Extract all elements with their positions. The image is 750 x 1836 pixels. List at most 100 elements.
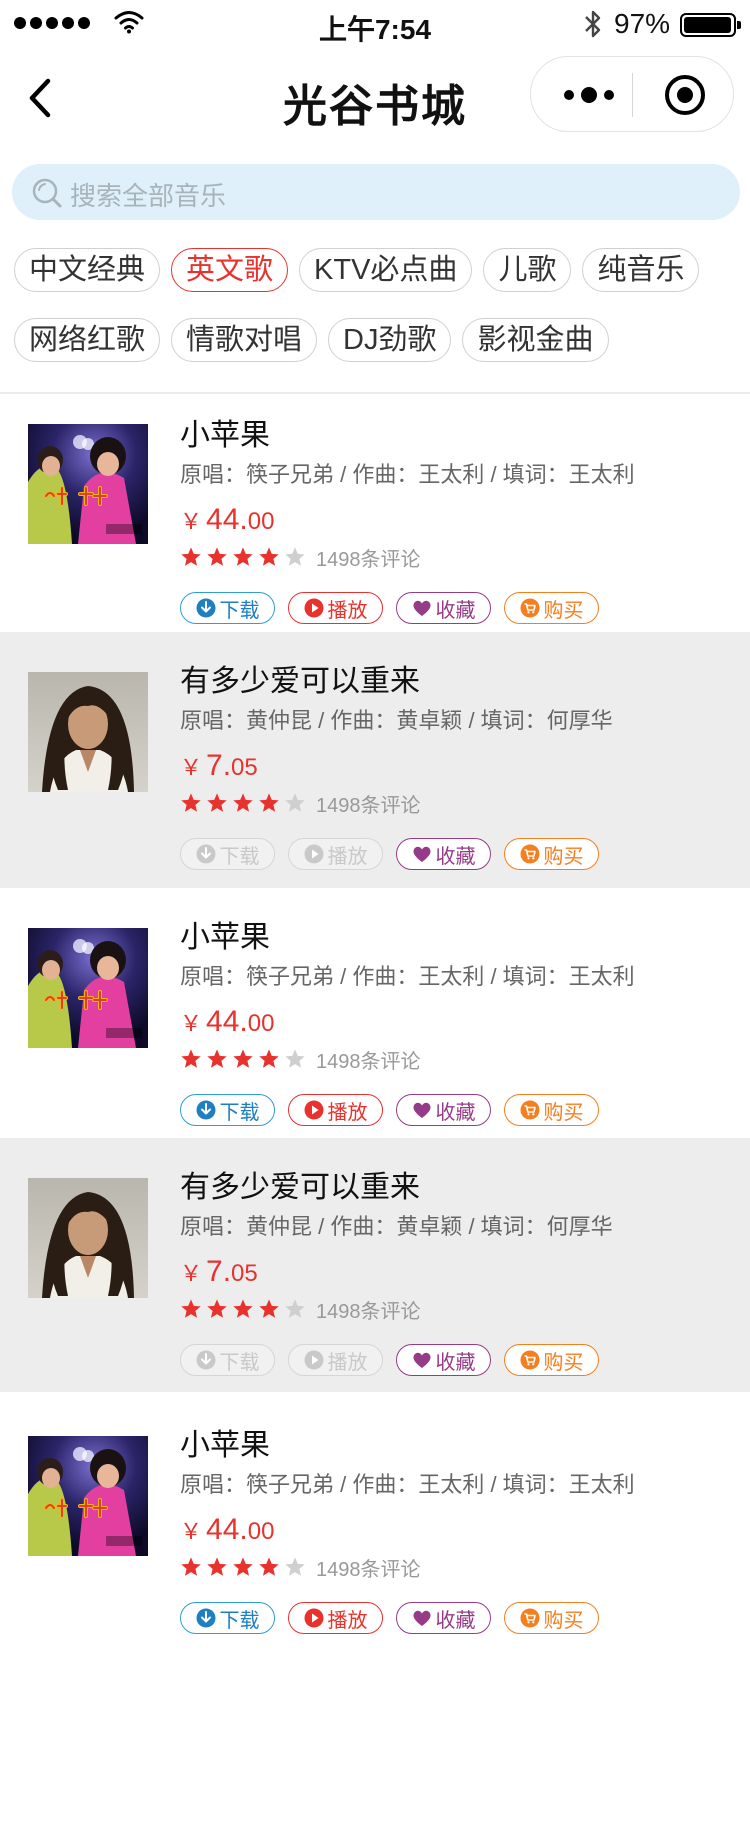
tag-item[interactable]: 纯音乐 <box>582 248 700 292</box>
download-icon <box>196 598 215 618</box>
cart-icon <box>520 1350 539 1370</box>
price-decimal: 00 <box>247 1010 275 1037</box>
price-integer: 44. <box>206 503 248 536</box>
price-currency: ￥ <box>180 1011 203 1036</box>
play-button[interactable]: 播放 <box>288 1094 383 1126</box>
buy-button[interactable]: 购买 <box>504 592 599 624</box>
star-rating <box>180 1048 306 1070</box>
mini-program-capsule <box>530 56 734 132</box>
star-icon <box>285 547 305 566</box>
favorite-label: 收藏 <box>435 599 476 622</box>
star-icon <box>259 1049 279 1068</box>
search-input[interactable]: 搜索全部音乐 <box>70 176 226 213</box>
play-button[interactable]: 播放 <box>288 838 383 870</box>
song-meta: 原唱：黄仲昆 / 作曲：黄卓颖 / 填词：何厚华 <box>180 708 613 733</box>
favorite-button[interactable]: 收藏 <box>396 592 491 624</box>
favorite-button[interactable]: 收藏 <box>396 1094 491 1126</box>
play-label: 播放 <box>327 1101 368 1124</box>
album-cover-xiaopingguo[interactable] <box>28 424 148 544</box>
artist-portrait-long-hair[interactable] <box>28 672 148 792</box>
favorite-button[interactable]: 收藏 <box>396 1344 491 1376</box>
star-icon <box>285 1049 305 1068</box>
heart-icon <box>412 1102 431 1118</box>
song-item[interactable]: 小苹果 原唱：筷子兄弟 / 作曲：王太利 / 填词：王太利 ￥ 44.00 149… <box>0 1392 750 1642</box>
song-info: 小苹果 原唱：筷子兄弟 / 作曲：王太利 / 填词：王太利 ￥ 44.00 149… <box>180 918 635 1126</box>
review-count[interactable]: 1498条评论 <box>316 543 421 572</box>
download-button[interactable]: 下载 <box>180 1344 275 1376</box>
price-integer: 44. <box>206 1005 248 1038</box>
favorite-button[interactable]: 收藏 <box>396 838 491 870</box>
capsule-divider <box>632 73 633 117</box>
download-icon <box>196 1350 215 1370</box>
song-title[interactable]: 有多少爱可以重来 <box>180 1168 613 1208</box>
song-title[interactable]: 小苹果 <box>180 416 635 456</box>
song-list: 小苹果 原唱：筷子兄弟 / 作曲：王太利 / 填词：王太利 ￥ 44.00 149… <box>0 394 750 1642</box>
price-currency: ￥ <box>180 1261 203 1286</box>
tag-item[interactable]: 英文歌 <box>171 248 289 292</box>
buy-label: 购买 <box>543 1101 584 1124</box>
tag-item[interactable]: 影视金曲 <box>462 318 609 362</box>
download-label: 下载 <box>219 845 260 868</box>
song-title[interactable]: 小苹果 <box>180 1426 635 1466</box>
rating: 1498条评论 <box>180 788 613 818</box>
favorite-label: 收藏 <box>435 1101 476 1124</box>
album-cover-xiaopingguo[interactable] <box>28 1436 148 1556</box>
song-item[interactable]: 有多少爱可以重来 原唱：黄仲昆 / 作曲：黄卓颖 / 填词：何厚华 ￥ 7.05 … <box>0 632 750 888</box>
star-icon <box>285 1299 305 1318</box>
song-title[interactable]: 小苹果 <box>180 918 635 958</box>
song-item[interactable]: 小苹果 原唱：筷子兄弟 / 作曲：王太利 / 填词：王太利 ￥ 44.00 149… <box>0 394 750 632</box>
star-icon <box>181 1299 201 1318</box>
song-info: 小苹果 原唱：筷子兄弟 / 作曲：王太利 / 填词：王太利 ￥ 44.00 149… <box>180 1426 635 1634</box>
song-item[interactable]: 小苹果 原唱：筷子兄弟 / 作曲：王太利 / 填词：王太利 ￥ 44.00 149… <box>0 888 750 1138</box>
review-count[interactable]: 1498条评论 <box>316 1295 421 1324</box>
star-icon <box>233 1299 253 1318</box>
star-rating <box>180 546 306 568</box>
battery-percent: 97% <box>614 8 671 39</box>
tag-item[interactable]: 儿歌 <box>483 248 572 292</box>
download-button[interactable]: 下载 <box>180 1602 275 1634</box>
review-count[interactable]: 1498条评论 <box>316 789 421 818</box>
cart-icon <box>520 844 539 864</box>
buy-button[interactable]: 购买 <box>504 1602 599 1634</box>
favorite-label: 收藏 <box>435 1609 476 1632</box>
tag-item[interactable]: KTV必点曲 <box>299 248 473 292</box>
album-cover-xiaopingguo[interactable] <box>28 928 148 1048</box>
search-bar[interactable]: 搜索全部音乐 <box>12 164 740 220</box>
download-button[interactable]: 下载 <box>180 838 275 870</box>
song-price: ￥ 44.00 <box>180 500 635 540</box>
tag-item[interactable]: 情歌对唱 <box>171 318 318 362</box>
song-item[interactable]: 有多少爱可以重来 原唱：黄仲昆 / 作曲：黄卓颖 / 填词：何厚华 ￥ 7.05 … <box>0 1138 750 1392</box>
play-button[interactable]: 播放 <box>288 1602 383 1634</box>
tag-item[interactable]: 网络红歌 <box>14 318 161 362</box>
buy-button[interactable]: 购买 <box>504 1344 599 1376</box>
star-rating <box>180 792 306 814</box>
buy-label: 购买 <box>543 1609 584 1632</box>
tag-item[interactable]: 中文经典 <box>14 248 161 292</box>
tag-row: 中文经典 英文歌 KTV必点曲 儿歌 纯音乐 <box>14 248 744 292</box>
song-meta: 原唱：筷子兄弟 / 作曲：王太利 / 填词：王太利 <box>180 964 635 989</box>
download-button[interactable]: 下载 <box>180 1094 275 1126</box>
artist-portrait-long-hair[interactable] <box>28 1178 148 1298</box>
song-info: 有多少爱可以重来 原唱：黄仲昆 / 作曲：黄卓颖 / 填词：何厚华 ￥ 7.05 … <box>180 1168 613 1376</box>
play-button[interactable]: 播放 <box>288 592 383 624</box>
review-count[interactable]: 1498条评论 <box>316 1553 421 1582</box>
song-title[interactable]: 有多少爱可以重来 <box>180 662 613 702</box>
download-label: 下载 <box>219 1351 260 1374</box>
buy-button[interactable]: 购买 <box>504 838 599 870</box>
search-icon <box>32 178 62 208</box>
star-icon <box>259 1557 279 1576</box>
buy-button[interactable]: 购买 <box>504 1094 599 1126</box>
review-count[interactable]: 1498条评论 <box>316 1045 421 1074</box>
favorite-button[interactable]: 收藏 <box>396 1602 491 1634</box>
song-meta: 原唱：黄仲昆 / 作曲：黄卓颖 / 填词：何厚华 <box>180 1214 613 1239</box>
download-button[interactable]: 下载 <box>180 592 275 624</box>
more-dots-icon[interactable] <box>559 82 619 108</box>
favorite-label: 收藏 <box>435 845 476 868</box>
play-button[interactable]: 播放 <box>288 1344 383 1376</box>
tag-item[interactable]: DJ劲歌 <box>328 318 452 362</box>
target-circle-icon[interactable] <box>663 73 707 117</box>
download-label: 下载 <box>219 1609 260 1632</box>
price-currency: ￥ <box>180 509 203 534</box>
play-label: 播放 <box>327 1351 368 1374</box>
play-icon <box>304 1350 323 1370</box>
